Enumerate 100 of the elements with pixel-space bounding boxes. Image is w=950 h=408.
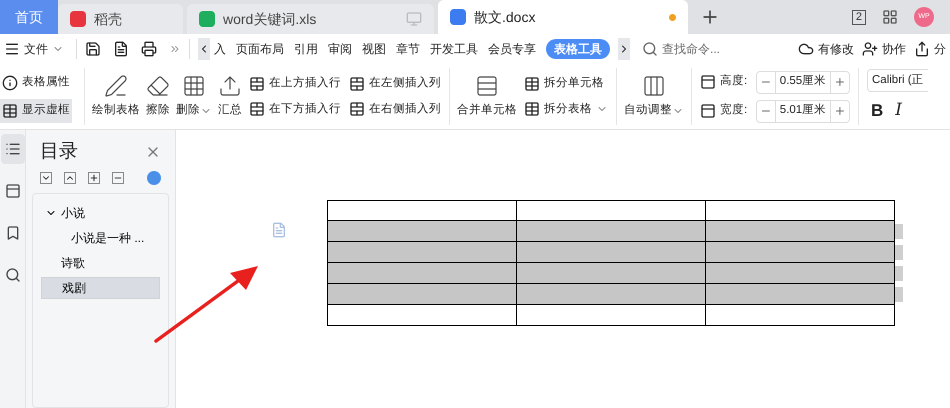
ribbon-button[interactable]: 在左侧插入列: [349, 75, 441, 92]
table-cell[interactable]: [517, 305, 706, 326]
table-cell[interactable]: [517, 221, 706, 242]
tab[interactable]: 散文.docx: [438, 0, 688, 34]
insert-grid-icon: [349, 76, 365, 92]
grid-icon[interactable]: [882, 9, 898, 25]
window-count-badge[interactable]: 2: [852, 10, 866, 24]
table-cell[interactable]: [328, 242, 517, 263]
ribbon-button[interactable]: 在下方插入行: [249, 100, 341, 118]
ribbon-button[interactable]: 合并单元格: [454, 64, 520, 129]
ribbon-toggle[interactable]: 表格属性: [0, 70, 72, 94]
more-icon[interactable]: [169, 43, 181, 55]
format-button[interactable]: I: [895, 98, 902, 124]
monitor-icon: [406, 11, 422, 27]
row-end-mark: [895, 224, 903, 239]
list-icon: [4, 141, 20, 157]
stepper-field[interactable]: 5.01厘米: [756, 100, 850, 122]
font-field[interactable]: Calibri (正: [867, 69, 928, 92]
table-cell[interactable]: [706, 200, 895, 221]
export-icon[interactable]: [113, 41, 129, 57]
table-cell[interactable]: [517, 200, 706, 221]
merge-grid-icon: [475, 74, 499, 98]
assistant-icon[interactable]: [147, 170, 161, 184]
sheet-logo-icon: [199, 11, 215, 27]
menu-tab[interactable]: 章节: [392, 40, 424, 58]
table-cell[interactable]: [328, 221, 517, 242]
ribbon-button[interactable]: 拆分单元格: [524, 75, 608, 92]
panel-title: 目录: [40, 140, 78, 164]
outline-item[interactable]: 小说: [41, 202, 160, 224]
table-cell[interactable]: [328, 284, 517, 305]
ribbon-button[interactable]: 擦除: [143, 64, 173, 129]
panel-icon: [4, 183, 20, 199]
menu-tab[interactable]: 页面布局: [232, 40, 288, 58]
field-label: 宽度:: [720, 102, 748, 118]
table-cell[interactable]: [328, 305, 517, 326]
table-cell[interactable]: [706, 263, 895, 284]
print-icon[interactable]: [141, 41, 157, 57]
field-label: 高度:: [720, 73, 748, 90]
menu-tab[interactable]: 审阅: [324, 40, 356, 58]
table-cell[interactable]: [328, 200, 517, 221]
eraser-icon: [146, 74, 170, 98]
menu-icon: [4, 41, 20, 57]
table-cell[interactable]: [706, 284, 895, 305]
ribbon-button[interactable]: 绘制表格: [89, 64, 143, 129]
menu-tab[interactable]: 会员专享: [484, 40, 540, 58]
user-plus-icon: [862, 41, 878, 57]
table-cell[interactable]: [517, 284, 706, 305]
ribbon-button[interactable]: 删除: [173, 64, 215, 129]
toolbar-button[interactable]: 协作: [862, 40, 906, 58]
side-tool[interactable]: [0, 134, 24, 164]
menu-tab[interactable]: 开发工具: [426, 40, 482, 58]
insert-grid-icon: [249, 76, 265, 92]
table-cell[interactable]: [706, 242, 895, 263]
save-icon[interactable]: [85, 41, 101, 57]
table-cell[interactable]: [328, 263, 517, 284]
file-menu[interactable]: 文件: [0, 40, 68, 58]
table-icon: [2, 102, 18, 118]
row-end-mark: [895, 245, 903, 260]
ribbon-button[interactable]: 汇总: [215, 64, 245, 129]
search-icon: [642, 41, 658, 57]
toolbar-button[interactable]: 有修改: [798, 40, 854, 58]
minus-icon[interactable]: [112, 172, 124, 184]
collapse-icon[interactable]: [40, 172, 52, 184]
menu-tab[interactable]: 视图: [358, 40, 390, 58]
flame-logo-icon: [70, 11, 86, 27]
ribbon-button[interactable]: 在右侧插入列: [349, 100, 441, 118]
menu-tab[interactable]: 引用: [290, 40, 322, 58]
format-button[interactable]: B: [871, 98, 884, 124]
table-cell[interactable]: [517, 242, 706, 263]
table-cell[interactable]: [706, 221, 895, 242]
table-cell[interactable]: [706, 305, 895, 326]
split-grid-icon: [524, 76, 540, 92]
outline-item[interactable]: 小说是一种 ...: [41, 226, 160, 248]
expand-icon[interactable]: [64, 172, 76, 184]
search-field[interactable]: 查找命令...: [642, 40, 734, 58]
insert-grid-icon: [249, 101, 265, 118]
ribbon-button[interactable]: 自动调整: [621, 64, 687, 129]
ribbon-button[interactable]: 在上方插入行: [249, 75, 341, 92]
stepper-field[interactable]: 0.55厘米: [756, 70, 850, 94]
split-grid-icon: [524, 101, 540, 118]
menu-tab[interactable]: 入: [210, 40, 230, 58]
tab[interactable]: word关键词.xls: [187, 4, 434, 34]
outline-item[interactable]: 戏剧: [41, 276, 160, 298]
insert-grid-icon: [349, 101, 365, 118]
toolbar-button[interactable]: 分: [914, 40, 946, 58]
row-end-mark: [895, 287, 903, 302]
plus-icon[interactable]: [88, 172, 100, 184]
ribbon-toggle[interactable]: 显示虚框: [0, 98, 72, 122]
document-logo-icon: [450, 9, 466, 25]
search-icon: [4, 267, 20, 283]
outline-item[interactable]: 诗歌: [41, 252, 160, 274]
tab[interactable]: 稻壳: [58, 4, 183, 34]
scroll-left-icon[interactable]: [198, 38, 210, 60]
autofit-grid-icon: [642, 74, 666, 98]
ribbon-button[interactable]: 拆分表格: [524, 100, 608, 118]
dimension-icon: [700, 74, 716, 90]
table-cell[interactable]: [517, 263, 706, 284]
dimension-icon: [700, 103, 716, 119]
upload-box-icon: [218, 74, 242, 98]
scroll-right-icon[interactable]: [618, 38, 630, 60]
